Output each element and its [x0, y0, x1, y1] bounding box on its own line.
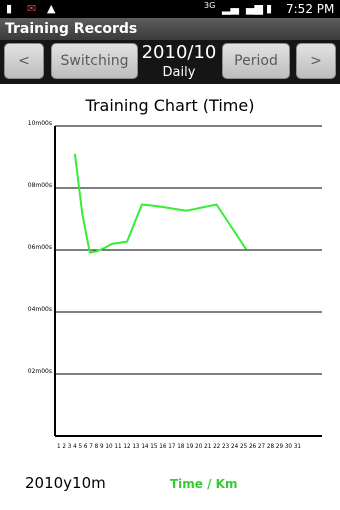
period-value: 2010/10 [141, 42, 217, 63]
previous-button[interactable]: < [4, 43, 44, 79]
battery-icon: ▮ [266, 2, 273, 15]
training-chart: 10m00s 08m00s 06m00s 04m00s 02m00s 1 2 3 4 5 … [28, 120, 322, 450]
y-tick-label: 06m00s [28, 244, 52, 251]
footer-date-label: 2010y10m [25, 474, 106, 492]
clock: 7:52 PM [286, 2, 335, 16]
signal-strength-icon: ▄▆ [246, 2, 263, 15]
y-tick-label: 02m00s [28, 368, 52, 375]
y-tick-label: 08m00s [28, 182, 52, 189]
period-display: 2010/10 Daily [134, 40, 224, 84]
y-tick-label: 10m00s [28, 120, 52, 127]
status-bar: ▮ ✉ ▲ 3G ▂▄ ▄▆ ▮ 7:52 PM [0, 0, 340, 18]
period-mode: Daily [162, 65, 196, 80]
warning-notification-icon: ▲ [47, 2, 56, 15]
next-button[interactable]: > [296, 43, 336, 79]
signal-icon: ▂▄ [222, 2, 239, 15]
mail-notification-icon: ✉ [27, 2, 37, 15]
switching-button[interactable]: Switching [51, 43, 138, 79]
lock-notification-icon: ▮ [6, 2, 13, 15]
toolbar: < Switching 2010/10 Daily Period > [0, 40, 340, 84]
series-line [73, 153, 248, 254]
legend-label: Time / Km [170, 477, 238, 491]
x-tick-labels: 1 2 3 4 5 6 7 8 9 10 11 12 13 14 15 16 1… [57, 443, 301, 450]
network-type: 3G [204, 1, 216, 10]
y-tick-label: 04m00s [28, 306, 52, 313]
app-title: Training Records [0, 18, 340, 40]
period-button[interactable]: Period [222, 43, 290, 79]
